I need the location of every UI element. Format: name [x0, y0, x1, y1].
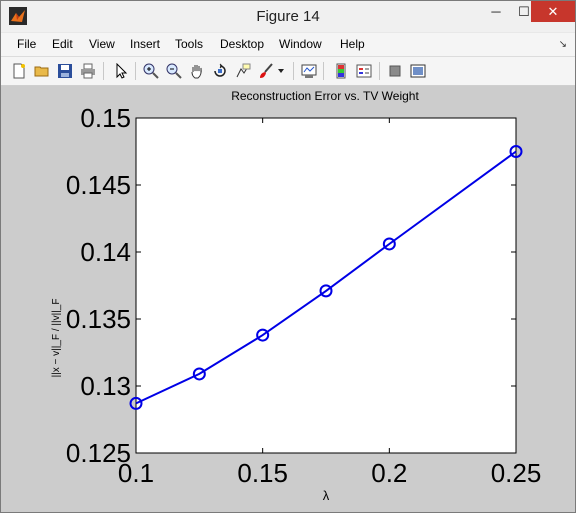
toolbar-separator: [293, 62, 294, 80]
link-plot-icon[interactable]: [299, 61, 319, 81]
menu-tools[interactable]: Tools: [175, 37, 203, 51]
menu-file[interactable]: File: [17, 37, 36, 51]
toolbar-separator: [379, 62, 380, 80]
toolbar-separator: [135, 62, 136, 80]
y-axis-label: ||x − v||_F / ||v||_F: [51, 299, 62, 378]
chart-title: Reconstruction Error vs. TV Weight: [231, 89, 419, 103]
menu-window[interactable]: Window: [279, 37, 322, 51]
figure-canvas: Reconstruction Error vs. TV Weight 0.125…: [1, 86, 575, 512]
y-tick-label: 0.14: [80, 237, 131, 267]
zoom-in-icon[interactable]: [141, 61, 161, 81]
dock-arrow-icon[interactable]: ↘: [559, 39, 567, 50]
menu-edit[interactable]: Edit: [52, 37, 73, 51]
toolbar-separator: [323, 62, 324, 80]
menu-desktop[interactable]: Desktop: [220, 37, 264, 51]
title-bar[interactable]: Figure 14 ─ ☐ ✕: [1, 1, 575, 32]
menu-bar: File Edit View Insert Tools Desktop Wind…: [1, 33, 575, 57]
x-tick-label: 0.2: [371, 458, 407, 488]
close-button[interactable]: ✕: [531, 1, 575, 22]
open-file-icon[interactable]: [32, 61, 52, 81]
menu-help[interactable]: Help: [340, 37, 365, 51]
menu-insert[interactable]: Insert: [130, 37, 160, 51]
menu-view[interactable]: View: [89, 37, 115, 51]
colorbar-icon[interactable]: [331, 61, 351, 81]
save-icon[interactable]: [55, 61, 75, 81]
x-tick-label: 0.25: [491, 458, 542, 488]
toolbar-separator: [103, 62, 104, 80]
line-plot[interactable]: Reconstruction Error vs. TV Weight 0.125…: [1, 86, 575, 512]
brush-dropdown-arrow-icon[interactable]: [275, 61, 287, 81]
figure-window: Figure 14 ─ ☐ ✕ File Edit View Insert To…: [0, 0, 576, 513]
x-axis-label: λ: [323, 488, 330, 503]
y-tick-label: 0.145: [66, 170, 131, 200]
y-tick-label: 0.13: [80, 371, 131, 401]
y-tick-label: 0.15: [80, 103, 131, 133]
y-tick-label: 0.135: [66, 304, 131, 334]
rotate-icon[interactable]: [210, 61, 230, 81]
x-tick-label: 0.15: [237, 458, 288, 488]
data-cursor-icon[interactable]: [233, 61, 253, 81]
legend-icon[interactable]: [354, 61, 374, 81]
new-figure-icon[interactable]: [9, 61, 29, 81]
pan-icon[interactable]: [187, 61, 207, 81]
minimize-button[interactable]: ─: [482, 1, 510, 22]
hide-plot-tools-icon[interactable]: [385, 61, 405, 81]
print-icon[interactable]: [78, 61, 98, 81]
toolbar: [1, 57, 575, 86]
pointer-icon[interactable]: [111, 61, 131, 81]
x-tick-label: 0.1: [118, 458, 154, 488]
show-plot-tools-icon[interactable]: [408, 61, 428, 81]
brush-icon[interactable]: [256, 61, 276, 81]
zoom-out-icon[interactable]: [164, 61, 184, 81]
